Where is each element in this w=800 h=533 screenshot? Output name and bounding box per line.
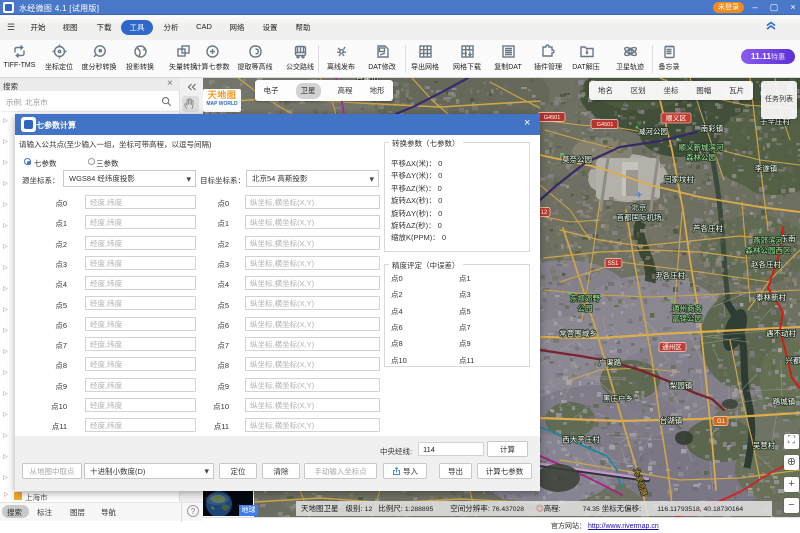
svg-text:北京: 北京 — [632, 202, 647, 212]
svg-text:黑庄户乡: 黑庄户乡 — [603, 393, 633, 403]
svg-text:西大平庄村: 西大平庄村 — [562, 434, 600, 444]
svg-text:燕郊滨河: 燕郊滨河 — [753, 235, 783, 245]
svg-text:顺义新城滨河: 顺义新城滨河 — [679, 142, 724, 152]
svg-text:森林公园西区: 森林公园西区 — [746, 245, 791, 255]
svg-text:减河公园: 减河公园 — [638, 126, 668, 136]
svg-text:顺义区: 顺义区 — [666, 115, 687, 123]
svg-text:富锦公园: 富锦公园 — [672, 313, 702, 323]
svg-text:通州商务: 通州商务 — [672, 303, 702, 313]
svg-text:李遂镇: 李遂镇 — [755, 163, 778, 173]
svg-text:首都国际机场: 首都国际机场 — [617, 212, 662, 222]
svg-text:公园: 公园 — [578, 304, 593, 313]
svg-text:芦各庄村: 芦各庄村 — [693, 223, 723, 233]
svg-text:梨园镇: 梨园镇 — [670, 380, 693, 390]
svg-text:南彩镇: 南彩镇 — [701, 123, 724, 133]
svg-text:森林公园: 森林公园 — [686, 152, 716, 162]
svg-text:赵各庄村: 赵各庄村 — [751, 259, 781, 269]
svg-text:通州区: 通州区 — [662, 342, 682, 351]
svg-text:吴营村: 吴营村 — [753, 440, 776, 450]
svg-text:常营围域乡: 常营围域乡 — [559, 328, 597, 338]
svg-text:G4501: G4501 — [544, 115, 561, 121]
svg-text:闫家坟村: 闫家坟村 — [664, 174, 694, 184]
svg-text:广渠路: 广渠路 — [599, 357, 622, 367]
svg-text:G1: G1 — [717, 419, 726, 425]
svg-text:路城镇: 路城镇 — [773, 396, 796, 406]
svg-text:G4501: G4501 — [597, 122, 614, 128]
svg-text:东坝郊野: 东坝郊野 — [570, 293, 600, 303]
svg-text:12: 12 — [541, 210, 548, 216]
svg-text:尹各庄村: 尹各庄村 — [655, 270, 685, 280]
svg-text:兴都: 兴都 — [786, 356, 800, 365]
svg-text:S51: S51 — [608, 261, 619, 267]
svg-text:莫奈公园: 莫奈公园 — [562, 154, 592, 164]
svg-text:✈: ✈ — [635, 190, 643, 200]
svg-text:台湖镇: 台湖镇 — [660, 415, 683, 425]
svg-text:泰林新村: 泰林新村 — [756, 292, 786, 302]
svg-text:遇不动村: 遇不动村 — [766, 328, 796, 338]
